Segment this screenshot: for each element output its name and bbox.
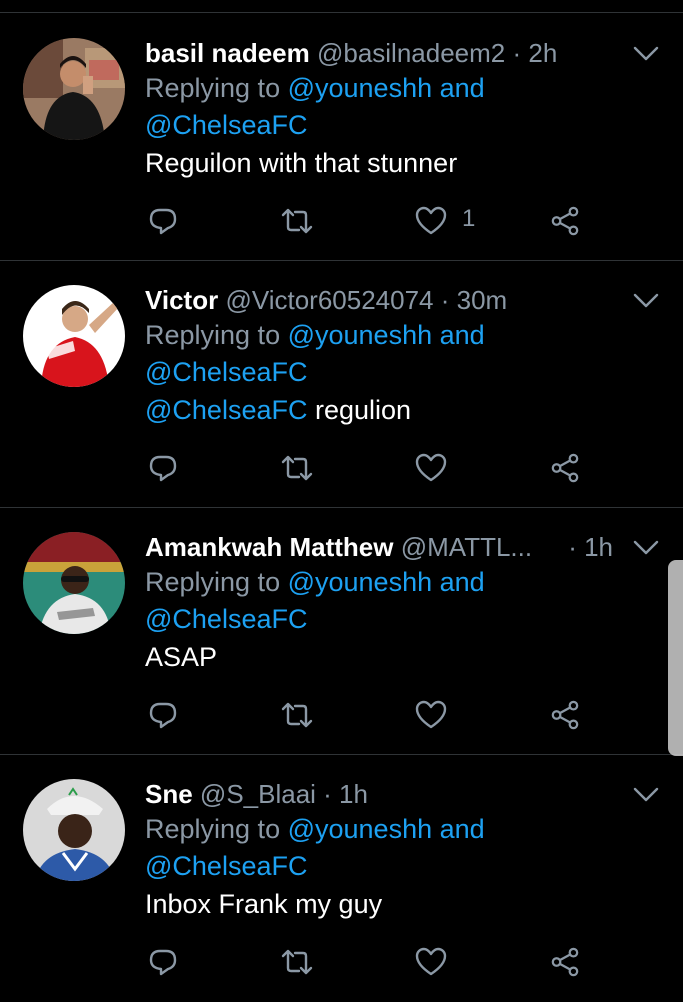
display-name[interactable]: Victor: [145, 285, 218, 315]
user-handle[interactable]: @Victor60524074: [225, 285, 433, 315]
replying-to-label: Replying to: [145, 320, 288, 350]
replying-to-line-2: @ChelseaFC: [145, 848, 307, 885]
tweet-body: ASAP: [145, 642, 218, 672]
avatar[interactable]: [23, 285, 125, 387]
mention-link[interactable]: @youneshh: [288, 320, 433, 350]
replying-to-label: Replying to: [145, 814, 288, 844]
reply-icon[interactable]: [148, 700, 178, 730]
timestamp[interactable]: 1h: [339, 779, 368, 809]
heart-icon[interactable]: [415, 700, 447, 730]
tweet-text: @ChelseaFC regulion: [145, 392, 411, 429]
separator-dot: ·: [315, 779, 340, 809]
action-bar: [0, 441, 683, 491]
retweet-icon[interactable]: [280, 947, 314, 977]
timestamp[interactable]: 30m: [457, 285, 508, 315]
avatar[interactable]: [23, 532, 125, 634]
tweet[interactable]: basil nadeem @basilnadeem2 · 2h Replying…: [0, 14, 683, 261]
chevron-down-icon[interactable]: [633, 540, 659, 556]
replying-to-line: Replying to @youneshh and: [145, 811, 485, 848]
tweet-body: regulion: [307, 395, 412, 425]
separator-dot: ·: [568, 532, 585, 562]
replying-to-and[interactable]: and: [432, 814, 485, 844]
heart-icon[interactable]: [415, 206, 447, 236]
retweet-icon[interactable]: [280, 700, 314, 730]
timestamp[interactable]: 2h: [528, 38, 557, 68]
replying-to-line: Replying to @youneshh and: [145, 564, 485, 601]
replying-to-line-2: @ChelseaFC: [145, 354, 307, 391]
share-icon[interactable]: [549, 206, 581, 236]
replying-to-line: Replying to @youneshh and: [145, 70, 485, 107]
avatar[interactable]: [23, 38, 125, 140]
tweet-header: basil nadeem @basilnadeem2 · 2h: [145, 34, 615, 72]
action-bar: [0, 935, 683, 985]
tweet[interactable]: Sne @S_Blaai · 1h Replying to @youneshh …: [0, 755, 683, 1002]
chevron-down-icon[interactable]: [633, 293, 659, 309]
tweet[interactable]: Amankwah Matthew @MATTL... · 1h Replying…: [0, 508, 683, 755]
separator-dot: ·: [505, 38, 529, 68]
display-name[interactable]: basil nadeem: [145, 38, 310, 68]
replying-to-and[interactable]: and: [432, 73, 485, 103]
action-bar: [0, 688, 683, 738]
tweet-text: Inbox Frank my guy: [145, 886, 382, 923]
timestamp[interactable]: 1h: [584, 532, 613, 562]
action-bar: 1: [0, 194, 683, 244]
retweet-icon[interactable]: [280, 453, 314, 483]
replying-to-label: Replying to: [145, 567, 288, 597]
mention-link[interactable]: @ChelseaFC: [145, 851, 307, 881]
top-divider: [0, 12, 683, 13]
display-name[interactable]: Sne: [145, 779, 193, 809]
tweet-time: · 1h: [568, 528, 613, 566]
share-icon[interactable]: [549, 947, 581, 977]
tweet-header: Amankwah Matthew @MATTL...: [145, 528, 615, 566]
avatar[interactable]: [23, 779, 125, 881]
mention-link[interactable]: @youneshh: [288, 814, 433, 844]
reply-icon[interactable]: [148, 947, 178, 977]
mention-link[interactable]: @ChelseaFC: [145, 395, 307, 425]
tweet-header: Victor @Victor60524074 · 30m: [145, 281, 615, 319]
tweet[interactable]: Victor @Victor60524074 · 30m Replying to…: [0, 261, 683, 508]
replying-to-line-2: @ChelseaFC: [145, 601, 307, 638]
like-count: 1: [462, 205, 476, 232]
replying-to-line-2: @ChelseaFC: [145, 107, 307, 144]
tweet-header: Sne @S_Blaai · 1h: [145, 775, 615, 813]
mention-link[interactable]: @youneshh: [288, 73, 433, 103]
mention-link[interactable]: @ChelseaFC: [145, 110, 307, 140]
replying-to-label: Replying to: [145, 73, 288, 103]
user-handle[interactable]: @basilnadeem2: [317, 38, 505, 68]
replying-to-and[interactable]: and: [432, 567, 485, 597]
reply-icon[interactable]: [148, 453, 178, 483]
reply-icon[interactable]: [148, 206, 178, 236]
retweet-icon[interactable]: [280, 206, 314, 236]
user-handle[interactable]: @S_Blaai: [200, 779, 316, 809]
chevron-down-icon[interactable]: [633, 46, 659, 62]
heart-icon[interactable]: [415, 947, 447, 977]
chevron-down-icon[interactable]: [633, 787, 659, 803]
replying-to-line: Replying to @youneshh and: [145, 317, 485, 354]
share-icon[interactable]: [549, 453, 581, 483]
mention-link[interactable]: @ChelseaFC: [145, 604, 307, 634]
tweet-text: ASAP: [145, 639, 217, 676]
share-icon[interactable]: [549, 700, 581, 730]
scrollbar[interactable]: [668, 560, 683, 756]
heart-icon[interactable]: [415, 453, 447, 483]
tweet-body: Inbox Frank my guy: [145, 889, 383, 919]
separator-dot: ·: [433, 285, 457, 315]
user-handle[interactable]: @MATTL...: [401, 532, 532, 562]
tweet-body: Reguilon with that stunner: [145, 148, 458, 178]
mention-link[interactable]: @youneshh: [288, 567, 433, 597]
replying-to-and[interactable]: and: [432, 320, 485, 350]
tweet-text: Reguilon with that stunner: [145, 145, 457, 182]
mention-link[interactable]: @ChelseaFC: [145, 357, 307, 387]
display-name[interactable]: Amankwah Matthew: [145, 532, 394, 562]
